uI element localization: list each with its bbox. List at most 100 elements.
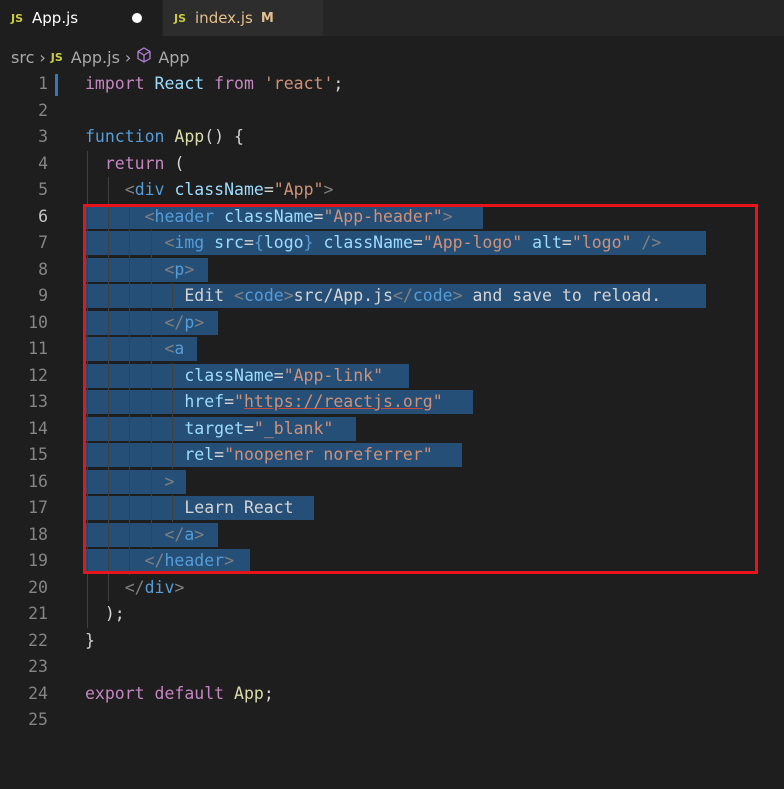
code-token: img — [174, 233, 205, 252]
line-number: 3 — [38, 127, 48, 146]
breadcrumb: src › JS App.js › App — [0, 40, 190, 74]
tab-bar: JS App.js JS index.js M — [0, 0, 784, 36]
code-token: App — [234, 683, 264, 703]
gutter-change-marker — [55, 74, 58, 96]
code-token: > — [184, 259, 195, 279]
code-token: /> — [641, 233, 662, 252]
js-file-icon: JS — [174, 11, 187, 25]
code-line[interactable]: 17 Learn React — [0, 495, 784, 522]
code-text: </header> — [85, 548, 234, 575]
code-token: "App" — [273, 180, 324, 199]
code-token: " — [432, 392, 443, 411]
code-line[interactable]: 9 Edit <code>src/App.js</code> and save … — [0, 283, 784, 310]
code-token: src/App.js — [293, 286, 393, 305]
line-number: 23 — [28, 657, 48, 676]
code-line[interactable]: 7 <img src={logo} className="App-logo" a… — [0, 230, 784, 257]
breadcrumb-file[interactable]: App.js — [71, 48, 120, 67]
code-line[interactable]: 25 — [0, 707, 784, 734]
code-token: div — [144, 577, 175, 597]
code-token: p — [174, 259, 185, 279]
code-token: < — [124, 180, 135, 199]
code-text: </p> — [85, 310, 204, 337]
code-token: return — [104, 153, 165, 173]
code-line[interactable]: 11 <a — [0, 336, 784, 363]
code-token: rel — [184, 445, 215, 464]
code-token: < — [164, 259, 175, 279]
code-token: = — [243, 418, 254, 438]
code-line[interactable]: 6 <header className="App-header"> — [0, 203, 784, 230]
tab-index-js[interactable]: JS index.js M — [163, 0, 323, 36]
code-line[interactable]: 1 import React from 'react'; — [0, 71, 784, 98]
code-token: </ — [144, 551, 165, 570]
code-token: header — [164, 551, 225, 570]
code-editor[interactable]: 1 import React from 'react'; 2 3 function Ap… — [0, 71, 784, 734]
code-line[interactable]: 16 > — [0, 468, 784, 495]
code-token: React — [154, 74, 205, 93]
code-token: ; — [333, 74, 344, 93]
code-line[interactable]: 14 target="_blank" — [0, 415, 784, 442]
line-number: 14 — [28, 418, 48, 438]
code-line[interactable]: 13 href="https://reactjs.org" — [0, 389, 784, 416]
line-number: 5 — [38, 180, 48, 199]
symbol-component-icon — [136, 47, 152, 67]
breadcrumb-folder[interactable]: src — [11, 48, 34, 67]
tab-label: App.js — [32, 9, 79, 27]
code-line[interactable]: 23 — [0, 654, 784, 681]
code-token: > — [164, 471, 175, 491]
code-token: default — [154, 683, 225, 703]
code-text: <div className="App"> — [85, 177, 334, 204]
code-token: export — [85, 683, 145, 703]
code-token: 'react' — [263, 74, 334, 93]
code-token: Learn React — [85, 498, 294, 517]
code-token: </ — [392, 286, 413, 305]
line-number: 10 — [28, 312, 48, 332]
code-token: "App-link" — [283, 365, 384, 385]
code-token: > — [442, 206, 453, 226]
code-text: <a — [85, 336, 184, 363]
code-token: () { — [204, 127, 244, 146]
code-text: Learn React — [85, 495, 294, 522]
code-token: className — [174, 180, 264, 199]
code-line[interactable]: 19 </header> — [0, 548, 784, 575]
code-line[interactable]: 12 className="App-link" — [0, 362, 784, 389]
code-text: <p> — [85, 257, 194, 284]
code-line[interactable]: 24 export default App; — [0, 681, 784, 708]
code-line[interactable]: 15 rel="noopener noreferrer" — [0, 442, 784, 469]
code-text: rel="noopener noreferrer" — [85, 442, 432, 469]
code-line[interactable]: 8 <p> — [0, 256, 784, 284]
code-token: ); — [85, 604, 125, 623]
code-token: import — [85, 74, 145, 93]
code-line[interactable]: 10 </p> — [0, 309, 784, 337]
code-line[interactable]: 5 <div className="App"> — [0, 177, 784, 204]
code-line[interactable]: 2 — [0, 98, 784, 125]
breadcrumb-symbol[interactable]: App — [158, 48, 189, 67]
code-token: ; — [263, 683, 274, 703]
code-line[interactable]: 21 ); — [0, 601, 784, 628]
code-token: = — [224, 392, 235, 411]
code-line[interactable]: 3 function App() { — [0, 124, 784, 151]
line-number: 16 — [28, 471, 48, 491]
code-line[interactable]: 20 </div> — [0, 574, 784, 601]
line-number: 19 — [28, 551, 48, 570]
line-number: 11 — [28, 339, 48, 358]
code-token: = — [273, 365, 284, 385]
code-line[interactable]: 18 </a> — [0, 521, 784, 548]
code-token: = — [561, 233, 572, 252]
unsaved-dot-icon[interactable] — [132, 13, 142, 23]
code-token: "_blank" — [253, 418, 334, 438]
code-token: = — [214, 445, 225, 464]
tab-app-js[interactable]: JS App.js — [0, 0, 162, 36]
code-line[interactable]: 4 return ( — [0, 150, 784, 177]
code-line[interactable]: 22} — [0, 628, 784, 655]
